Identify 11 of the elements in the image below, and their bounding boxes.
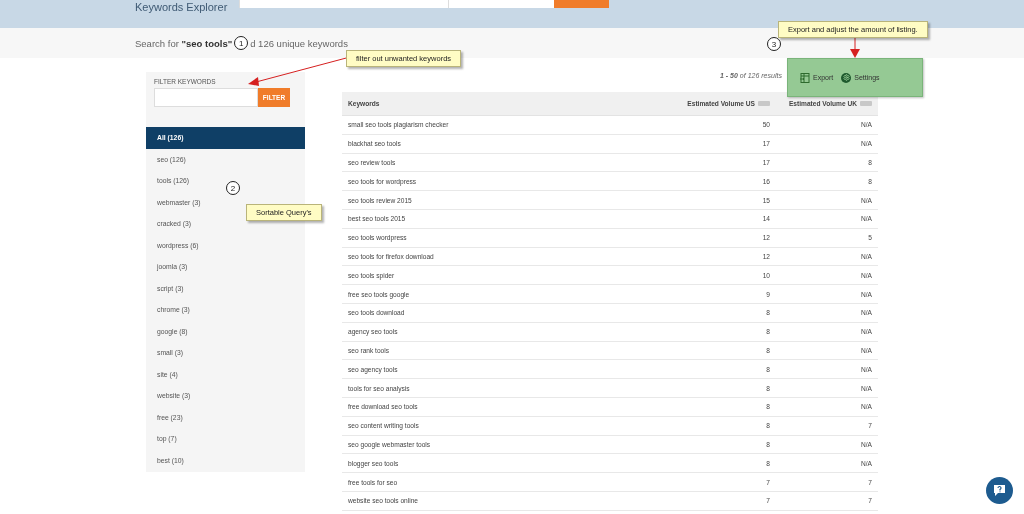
chat-question-icon bbox=[993, 484, 1006, 497]
new-badge-icon bbox=[860, 101, 872, 106]
new-badge-icon bbox=[758, 101, 770, 106]
step-marker: 1 bbox=[234, 36, 249, 50]
page-title: Keywords Explorer bbox=[135, 1, 227, 13]
search-summary-text: Search for "seo tools" bbox=[135, 37, 233, 49]
filter-input-field[interactable] bbox=[154, 88, 258, 107]
settings-icon bbox=[841, 72, 852, 83]
spreadsheet-export-icon bbox=[800, 72, 810, 83]
help-chat-button[interactable] bbox=[986, 477, 1013, 504]
search-summary-count: d 126 unique keywords bbox=[250, 37, 348, 49]
